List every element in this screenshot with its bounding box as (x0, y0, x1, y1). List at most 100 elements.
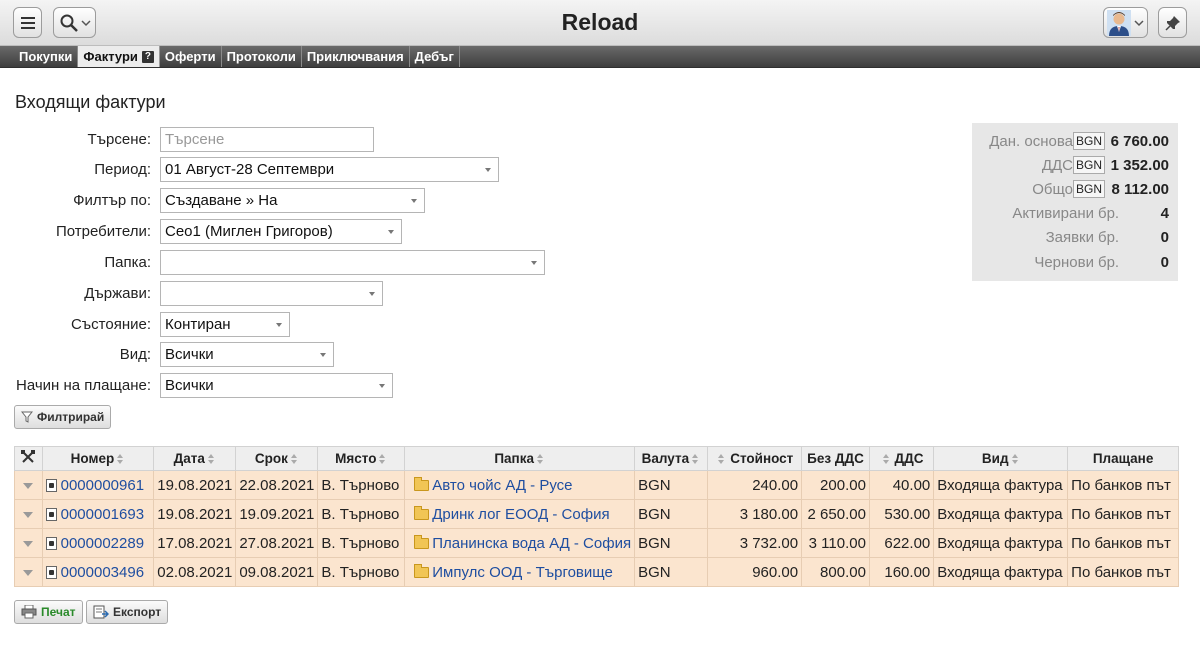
tab-closings[interactable]: Приключвания (302, 46, 410, 67)
row-menu[interactable] (14, 528, 43, 558)
sort-icon (882, 453, 891, 465)
column-label: Стойност (730, 451, 794, 466)
summary-unit: бр. (1098, 229, 1120, 246)
cell-folder: Планинска вода АД - София (404, 528, 636, 558)
summary-value: 6 760.00 (1110, 133, 1169, 150)
document-icon (45, 479, 57, 493)
summary-value: 4 (1160, 205, 1169, 222)
tab-protocols[interactable]: Протоколи (222, 46, 302, 67)
cell-net: 800.00 (801, 557, 870, 587)
sort-icon (536, 453, 545, 465)
invoice-link[interactable]: 0000003496 (61, 564, 144, 581)
cell-payment: По банков път (1067, 557, 1179, 587)
printer-icon (21, 605, 37, 619)
column-due[interactable]: Срок (235, 446, 319, 471)
cell-currency: BGN (634, 528, 708, 558)
tab-offers[interactable]: Оферти (160, 46, 222, 67)
dropdown-arrow-icon (23, 569, 34, 576)
countries-select[interactable] (160, 280, 383, 306)
folder-link[interactable]: Импулс ООД - Търговище (432, 564, 613, 581)
user-menu-button[interactable] (1103, 7, 1148, 38)
column-kind[interactable]: Вид (933, 446, 1069, 471)
filter-by-select[interactable]: Създаване » На (160, 187, 425, 213)
chevron-down-icon (276, 322, 282, 327)
cell-folder: Авто чойс АД - Русе (404, 470, 636, 500)
export-icon (93, 605, 109, 619)
document-icon (45, 508, 57, 522)
summary-value: 0 (1160, 254, 1169, 271)
column-place[interactable]: Място (317, 446, 406, 471)
print-button[interactable]: Печат (14, 600, 83, 624)
cell-folder: Дринк лог ЕООД - София (404, 499, 636, 529)
users-select[interactable]: Ceo1 (Миглен Григоров) (160, 218, 402, 244)
export-button[interactable]: Експорт (86, 600, 169, 624)
state-select[interactable]: Контиран (160, 311, 290, 337)
chevron-down-icon (388, 229, 394, 234)
cell-value: 240.00 (706, 470, 803, 500)
cell-net: 200.00 (801, 470, 870, 500)
sort-icon (717, 453, 726, 465)
row-menu[interactable] (14, 499, 43, 529)
folder-icon (414, 535, 430, 550)
column-payment[interactable]: Плащане (1067, 446, 1179, 471)
column-label: Без ДДС (807, 451, 864, 466)
period-select[interactable]: 01 Август-28 Септември (160, 156, 499, 182)
column-vat[interactable]: ДДС (868, 446, 935, 471)
table-row[interactable]: 0000003496 02.08.2021 09.08.2021 В. Търн… (14, 557, 1179, 587)
cell-date: 02.08.2021 (153, 557, 237, 587)
invoice-link[interactable]: 0000002289 (61, 535, 144, 552)
tab-label: Протоколи (226, 48, 296, 64)
column-value[interactable]: Стойност (706, 446, 803, 471)
tab-label: Оферти (164, 48, 216, 64)
payment-select[interactable]: Всички (160, 372, 393, 398)
help-icon[interactable]: ? (141, 50, 154, 63)
page-title: Входящи фактури (15, 92, 166, 112)
cell-number: 0000003496 (41, 557, 155, 587)
tab-debug[interactable]: Дебъг (410, 46, 460, 67)
folder-link[interactable]: Авто чойс АД - Русе (432, 477, 572, 494)
invoice-link[interactable]: 0000001693 (61, 506, 144, 523)
folder-select[interactable] (160, 249, 545, 275)
kind-select[interactable]: Всички (160, 341, 334, 367)
folder-link[interactable]: Дринк лог ЕООД - София (432, 506, 609, 523)
table-row[interactable]: 0000000961 19.08.2021 22.08.2021 В. Търн… (14, 470, 1179, 500)
summary-label: Активирани (1012, 205, 1094, 222)
summary-row-drafts: Чернови бр. 0 (972, 251, 1178, 275)
invoice-link[interactable]: 0000000961 (61, 477, 144, 494)
table-tools[interactable] (14, 446, 43, 471)
row-menu[interactable] (14, 470, 43, 500)
tab-invoices[interactable]: Фактури? (78, 46, 160, 67)
cell-payment: По банков път (1067, 470, 1179, 500)
summary-row-total: Общо BGN 8 112.00 (972, 178, 1178, 202)
tab-purchases[interactable]: Покупки (14, 46, 79, 67)
cell-value: 960.00 (706, 557, 803, 587)
column-folder[interactable]: Папка (404, 446, 636, 471)
sort-icon (116, 453, 125, 465)
folder-link[interactable]: Планинска вода АД - София (432, 535, 631, 552)
pin-button[interactable] (1158, 7, 1187, 38)
sort-icon (290, 453, 299, 465)
cell-folder: Импулс ООД - Търговище (404, 557, 636, 587)
column-date[interactable]: Дата (153, 446, 237, 471)
sort-icon (207, 453, 216, 465)
document-icon (45, 537, 57, 551)
column-number[interactable]: Номер (41, 446, 155, 471)
column-currency[interactable]: Валута (634, 446, 708, 471)
search-input[interactable]: Търсене (160, 126, 374, 152)
column-net[interactable]: Без ДДС (801, 446, 870, 471)
cell-date: 17.08.2021 (153, 528, 237, 558)
cell-due: 19.09.2021 (235, 499, 319, 529)
users-label: Потребители: (56, 222, 151, 240)
dropdown-arrow-icon (23, 540, 34, 547)
row-menu[interactable] (14, 557, 43, 587)
summary-panel: Дан. основа BGN 6 760.00 ДДС BGN 1 352.0… (972, 123, 1178, 281)
cell-currency: BGN (634, 499, 708, 529)
table-row[interactable]: 0000001693 19.08.2021 19.09.2021 В. Търн… (14, 499, 1179, 529)
state-label: Състояние: (70, 315, 151, 333)
filter-button[interactable]: Филтрирай (14, 405, 112, 429)
sort-icon (378, 453, 387, 465)
summary-label: Заявки (1045, 229, 1094, 246)
cell-kind: Входяща фактура (933, 470, 1069, 500)
filter-row-search: Търсене: Търсене (0, 126, 374, 152)
table-row[interactable]: 0000002289 17.08.2021 27.08.2021 В. Търн… (14, 528, 1179, 558)
